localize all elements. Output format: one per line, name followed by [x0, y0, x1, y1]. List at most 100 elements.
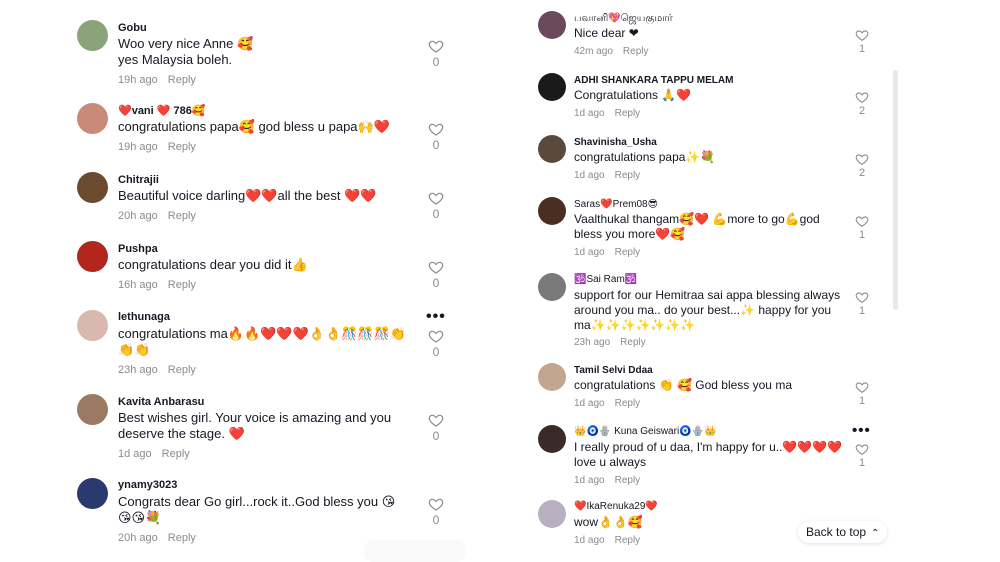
comment-username[interactable]: Saras❤️Prem08😎	[574, 199, 658, 210]
like-count: 1	[858, 457, 866, 469]
avatar[interactable]	[538, 425, 566, 453]
like-button[interactable]: 0	[425, 38, 447, 69]
reply-button[interactable]: Reply	[168, 74, 196, 86]
comment-username[interactable]: ❤️IkaRenuka29❤️	[574, 501, 658, 512]
comment-meta: 23h ago Reply	[118, 364, 196, 376]
comment-text: Nice dear ❤	[574, 26, 639, 40]
avatar[interactable]	[538, 273, 566, 301]
avatar[interactable]	[538, 197, 566, 225]
comment-username[interactable]: Pushpa	[118, 243, 158, 255]
comment-meta: 16h ago Reply	[118, 279, 196, 291]
heart-icon	[855, 30, 869, 41]
heart-icon	[428, 498, 444, 511]
reply-button[interactable]: Reply	[615, 535, 641, 546]
comment-meta: 20h ago Reply	[118, 210, 196, 222]
comment-time: 1d ago	[574, 170, 605, 181]
reply-button[interactable]: Reply	[168, 210, 196, 222]
avatar[interactable]	[77, 478, 108, 509]
like-button[interactable]: 1	[851, 442, 873, 469]
heart-icon	[855, 382, 869, 393]
like-count: 2	[858, 105, 866, 117]
like-button[interactable]: 0	[425, 328, 447, 359]
reply-button[interactable]: Reply	[168, 141, 196, 153]
reply-button[interactable]: Reply	[615, 475, 641, 486]
comment-username[interactable]: Shavinisha_Usha	[574, 137, 657, 148]
comment-text: Congratulations 🙏❤️	[574, 88, 692, 102]
comment-username[interactable]: 👑🧿🪬 Kuna Geiswari🧿🪬👑	[574, 426, 717, 437]
avatar[interactable]	[538, 135, 566, 163]
comment-username[interactable]: ADHI SHANKARA TAPPU MELAM	[574, 75, 733, 86]
reply-button[interactable]: Reply	[168, 279, 196, 291]
like-button[interactable]: 2	[851, 90, 873, 117]
avatar[interactable]	[538, 363, 566, 391]
comment-username[interactable]: Kavita Anbarasu	[118, 396, 204, 408]
avatar[interactable]	[538, 73, 566, 101]
avatar[interactable]	[77, 103, 108, 134]
comment-username[interactable]: Tamil Selvi Ddaa	[574, 365, 653, 376]
like-count: 2	[858, 167, 866, 179]
like-button[interactable]: 1	[851, 214, 873, 241]
avatar[interactable]	[77, 310, 108, 341]
comment-text: congratulations papa🥰 god bless u papa🙌❤…	[118, 119, 390, 134]
comment-time: 42m ago	[574, 46, 613, 57]
comment-username[interactable]: 🕉️Sai Ram🕉️	[574, 274, 637, 285]
back-to-top-button[interactable]: Back to top ⌃	[798, 521, 888, 543]
reply-button[interactable]: Reply	[615, 247, 641, 258]
heart-icon	[428, 192, 444, 205]
heart-icon	[855, 292, 869, 303]
comment-username[interactable]: Gobu	[118, 22, 147, 34]
comment-time: 20h ago	[118, 210, 158, 222]
reply-button[interactable]: Reply	[620, 337, 646, 348]
heart-icon	[428, 40, 444, 53]
comment-meta: 42m ago Reply	[574, 46, 649, 57]
avatar[interactable]	[77, 241, 108, 272]
avatar[interactable]	[77, 172, 108, 203]
comment-username[interactable]: lethunaga	[118, 311, 170, 323]
comment-text: Beautiful voice darling❤️❤️all the best …	[118, 188, 377, 203]
like-button[interactable]: 0	[425, 412, 447, 443]
like-button[interactable]: 0	[425, 190, 447, 221]
comment-meta: 1d ago Reply	[574, 398, 640, 409]
reply-button[interactable]: Reply	[615, 398, 641, 409]
avatar[interactable]	[77, 394, 108, 425]
comment-meta: 1d ago Reply	[574, 170, 640, 181]
reply-button[interactable]: Reply	[623, 46, 649, 57]
comment-text: congratulations ma🔥🔥❤️❤️❤️👌👌🎊🎊🎊👏 👏👏	[118, 326, 406, 357]
heart-icon	[855, 216, 869, 227]
heart-icon	[428, 414, 444, 427]
like-count: 0	[432, 429, 440, 443]
reply-button[interactable]: Reply	[615, 170, 641, 181]
avatar[interactable]	[77, 20, 108, 51]
reply-button[interactable]: Reply	[615, 108, 641, 119]
comment-time: 1d ago	[574, 398, 605, 409]
heart-icon	[855, 92, 869, 103]
comment-meta: 19h ago Reply	[118, 74, 196, 86]
reply-button[interactable]: Reply	[168, 364, 196, 376]
scrollbar[interactable]	[893, 70, 898, 310]
comment-time: 1d ago	[574, 247, 605, 258]
like-button[interactable]: 0	[425, 121, 447, 152]
reply-button[interactable]: Reply	[168, 532, 196, 544]
like-button[interactable]: 1	[851, 380, 873, 407]
comment-username[interactable]: Chitrajii	[118, 174, 159, 186]
more-options-icon[interactable]: •••	[426, 308, 446, 326]
comment-username[interactable]: ynamy3023	[118, 479, 177, 491]
comment-time: 1d ago	[574, 535, 605, 546]
comment-text: Woo very nice Anne 🥰 yes Malaysia boleh.	[118, 36, 254, 67]
more-options-icon[interactable]: •••	[852, 422, 871, 439]
comment-text: congratulations dear you did it👍	[118, 257, 308, 272]
bottom-fade	[365, 542, 465, 562]
comment-meta: 1d ago Reply	[118, 448, 190, 460]
comment-username[interactable]: ❤️vani ❤️ 786🥰	[118, 104, 206, 117]
comment-username[interactable]: பவானி💖ஜெயகுமார்	[574, 13, 673, 25]
like-button[interactable]: 1	[851, 290, 873, 317]
comment-text: support for our Hemitraa sai appa blessi…	[574, 288, 841, 332]
like-button[interactable]: 1	[851, 28, 873, 55]
like-button[interactable]: 0	[425, 496, 447, 527]
comment-meta: 23h ago Reply	[574, 337, 646, 348]
avatar[interactable]	[538, 11, 566, 39]
like-button[interactable]: 0	[425, 259, 447, 290]
like-button[interactable]: 2	[851, 152, 873, 179]
reply-button[interactable]: Reply	[162, 448, 190, 460]
avatar[interactable]	[538, 500, 566, 528]
